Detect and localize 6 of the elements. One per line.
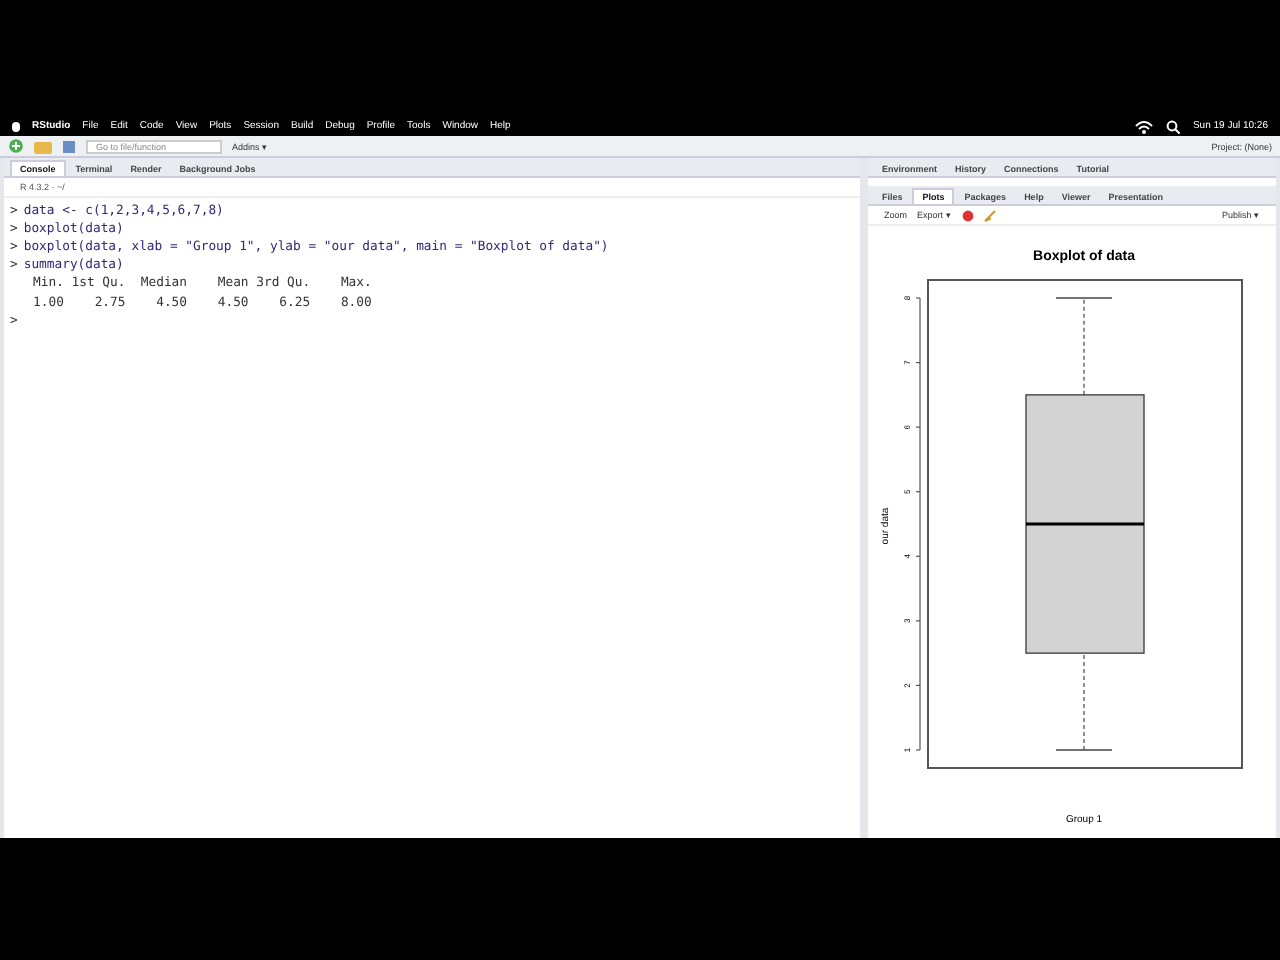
save-icon[interactable] <box>62 139 76 153</box>
remove-plot-icon[interactable] <box>961 209 974 221</box>
wifi-icon[interactable] <box>1134 119 1155 133</box>
broom-icon[interactable] <box>983 209 996 221</box>
search-icon[interactable] <box>1166 119 1181 133</box>
new-file-icon[interactable] <box>8 138 24 154</box>
